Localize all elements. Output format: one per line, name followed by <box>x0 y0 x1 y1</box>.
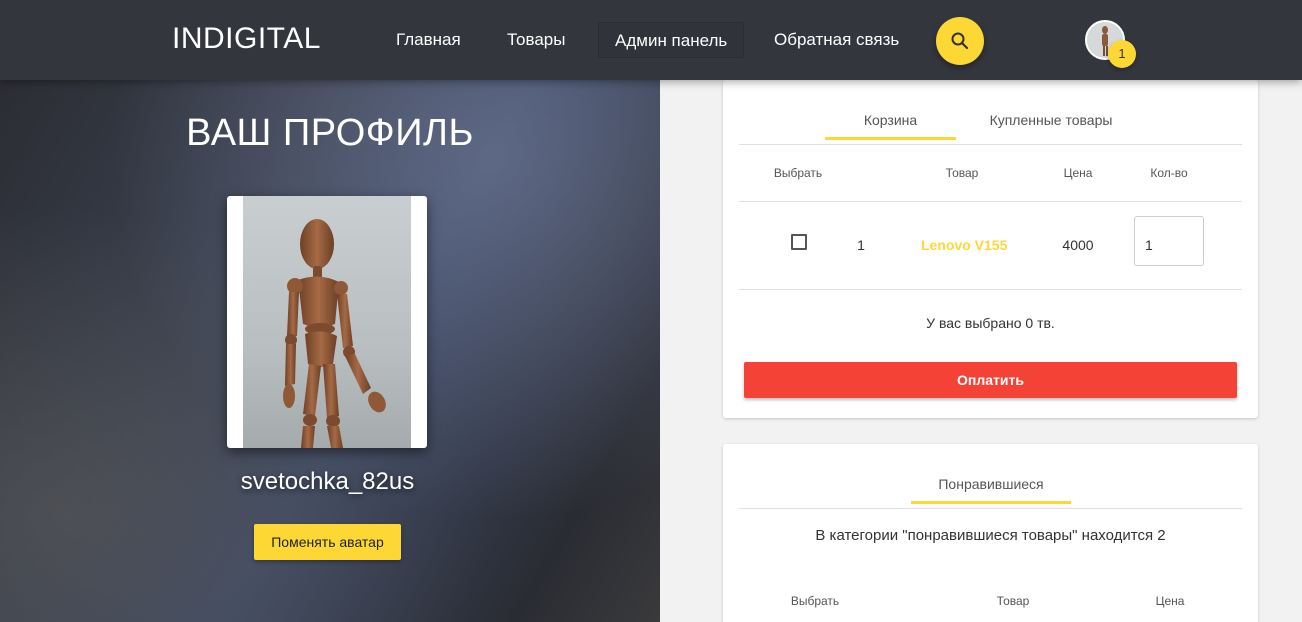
cart-count-badge: 1 <box>1108 40 1136 68</box>
tab-cart[interactable]: Корзина <box>825 100 956 140</box>
top-navbar: INDIGITAL Главная Товары Админ панель Об… <box>0 0 1302 80</box>
liked-info-text: В категории "понравившиеся товары" наход… <box>815 527 1166 544</box>
brand-logo[interactable]: INDIGITAL <box>172 22 321 56</box>
row-select-checkbox[interactable] <box>791 234 807 250</box>
nav-products[interactable]: Товары <box>491 22 581 58</box>
tabs-divider <box>739 144 1242 145</box>
profile-username: svetochka_82us <box>240 468 415 495</box>
column-header-select: Выбрать <box>773 166 823 180</box>
row-number: 1 <box>857 237 865 253</box>
tab-purchased[interactable]: Купленные товары <box>971 100 1131 140</box>
selected-summary: У вас выбрано 0 тв. <box>926 315 1055 331</box>
row-price: 4000 <box>1062 237 1094 253</box>
liked-tabs-divider <box>739 508 1242 509</box>
nav-feedback[interactable]: Обратная связь <box>758 22 915 58</box>
change-avatar-button[interactable]: Поменять аватар <box>254 524 401 560</box>
header-divider <box>739 201 1242 202</box>
product-link[interactable]: Lenovo V155 <box>921 237 1007 253</box>
liked-card: Понравившиеся В категории "понравившиеся… <box>723 444 1258 622</box>
nav-admin-panel[interactable]: Админ панель <box>598 22 745 58</box>
liked-column-header-product: Товар <box>996 594 1030 608</box>
search-icon <box>951 32 969 50</box>
column-header-price: Цена <box>1063 166 1093 180</box>
row-divider <box>739 289 1242 290</box>
column-header-qty: Кол-во <box>1150 166 1188 180</box>
profile-photo <box>243 196 411 448</box>
tab-liked[interactable]: Понравившиеся <box>911 464 1071 504</box>
pay-button[interactable]: Оплатить <box>744 362 1237 398</box>
avatar-card <box>227 196 427 448</box>
nav-home[interactable]: Главная <box>380 22 477 58</box>
profile-hero: ВАШ ПРОФИЛЬ svetochka_82us Поменять ават… <box>0 80 660 622</box>
cart-card: Корзина Купленные товары Выбрать Товар Ц… <box>723 80 1258 418</box>
liked-column-header-price: Цена <box>1155 594 1185 608</box>
wooden-mannequin-image <box>283 219 386 448</box>
column-header-product: Товар <box>945 166 979 180</box>
quantity-input[interactable]: 1 <box>1134 216 1204 266</box>
page-title: ВАШ ПРОФИЛЬ <box>186 112 474 154</box>
search-button[interactable] <box>936 17 984 65</box>
profile-content: Корзина Купленные товары Выбрать Товар Ц… <box>660 80 1302 622</box>
liked-column-header-select: Выбрать <box>790 594 840 608</box>
